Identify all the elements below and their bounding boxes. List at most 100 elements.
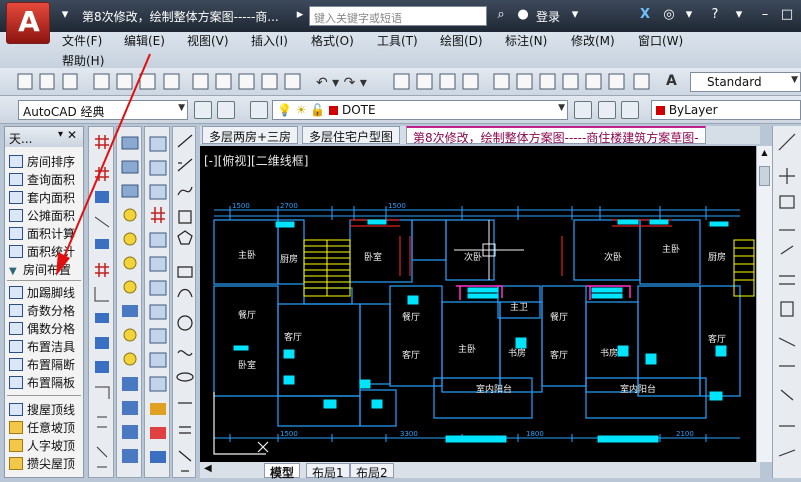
- menu-draw[interactable]: 绘图(D): [440, 32, 483, 49]
- tool-strip-1[interactable]: [88, 126, 114, 478]
- layer-properties-icon[interactable]: [217, 101, 235, 119]
- room-label: 室内阳台: [620, 383, 656, 395]
- room-label: 客厅: [550, 349, 568, 361]
- palette-item[interactable]: 布置隔断: [9, 356, 75, 374]
- tool-strip-3[interactable]: [144, 126, 170, 478]
- chevron-down-icon: ▼: [791, 75, 798, 85]
- palette-item[interactable]: 奇数分格: [9, 302, 75, 320]
- color-select[interactable]: ByLayer: [651, 100, 801, 120]
- document-tabs: 多层两房+三房 多层住宅户型图 第8次修改，绘制整体方案图-----商住楼建筑方…: [200, 126, 760, 145]
- text-style-select[interactable]: Standard ▼: [690, 72, 801, 92]
- modify-toolbar[interactable]: [772, 126, 801, 478]
- palette-item-label: 任意坡顶: [27, 421, 76, 435]
- area-calc-icon: [9, 227, 23, 240]
- chevron-down-icon[interactable]: ▾: [58, 129, 63, 140]
- palette-item[interactable]: 房间排序: [9, 153, 75, 171]
- room-label: 厨房: [280, 253, 298, 265]
- menu-view[interactable]: 视图(V): [187, 32, 229, 49]
- window-title: 第8次修改，绘制整体方案图-----商...: [82, 10, 279, 24]
- palette-item[interactable]: 面积统计: [9, 243, 75, 261]
- scroll-thumb[interactable]: [759, 166, 770, 186]
- color-swatch: [656, 106, 665, 115]
- palette-section-room-layout[interactable]: ▼ 房间布置: [9, 261, 71, 279]
- user-icon[interactable]: ●: [514, 6, 532, 24]
- menu-tools[interactable]: 工具(T): [377, 32, 418, 49]
- menu-edit[interactable]: 编辑(E): [124, 32, 165, 49]
- workspace-settings-icon[interactable]: [194, 101, 212, 119]
- login-link[interactable]: 登录: [536, 8, 560, 25]
- palette-item[interactable]: 面积计算: [9, 225, 75, 243]
- palette-item-label: 布置隔板: [27, 376, 76, 390]
- tool-strip-2[interactable]: [116, 126, 142, 478]
- close-icon[interactable]: ✕: [67, 128, 77, 142]
- quick-access-dropdown-icon[interactable]: ▾: [56, 6, 74, 24]
- text-style-value: Standard: [707, 75, 762, 89]
- palette-item[interactable]: 偶数分格: [9, 320, 75, 338]
- collapse-triangle-icon: ▼: [9, 266, 17, 277]
- overflow-icon[interactable]: ▸: [291, 6, 309, 24]
- first-tab-icon[interactable]: ◀: [204, 463, 212, 474]
- workspace-select[interactable]: AutoCAD 经典 ▼: [18, 100, 188, 120]
- login-dropdown-icon[interactable]: ▾: [566, 6, 584, 24]
- menu-dimension[interactable]: 标注(N): [505, 32, 547, 49]
- tab-doc-2[interactable]: 多层住宅户型图: [302, 126, 401, 144]
- make-current-icon[interactable]: [574, 101, 592, 119]
- layer-previous-icon[interactable]: [598, 101, 616, 119]
- layer-manager-icon[interactable]: [250, 101, 268, 119]
- search-input[interactable]: 键入关键字或短语: [309, 6, 487, 26]
- menu-format[interactable]: 格式(O): [311, 32, 354, 49]
- menu-bar: 文件(F) 编辑(E) 视图(V) 插入(I) 格式(O) 工具(T) 绘图(D…: [0, 32, 801, 68]
- palette-item[interactable]: 攒尖屋顶: [9, 455, 75, 473]
- dimension-label: 2100: [676, 430, 694, 438]
- vertical-scrollbar[interactable]: ▲: [756, 146, 772, 462]
- menu-insert[interactable]: 插入(I): [251, 32, 288, 49]
- exchange-icon[interactable]: X: [636, 6, 654, 24]
- palette-item[interactable]: 人字坡顶: [9, 437, 75, 455]
- palette-item[interactable]: 加踢脚线: [9, 284, 75, 302]
- minimize-icon[interactable]: –: [756, 6, 774, 24]
- menu-modify[interactable]: 修改(M): [571, 32, 615, 49]
- restore-icon[interactable]: □: [778, 6, 796, 24]
- scroll-up-icon[interactable]: ▲: [759, 148, 770, 158]
- palette-item[interactable]: 布置隔板: [9, 374, 75, 392]
- application-menu-button[interactable]: A: [6, 2, 50, 44]
- slope-roof-icon: [9, 421, 23, 434]
- tab-doc-active[interactable]: 第8次修改，绘制整体方案图-----商住楼建筑方案草图-: [406, 126, 706, 145]
- panel-icon: [9, 376, 23, 389]
- palette-item[interactable]: 搜屋顶线: [9, 401, 75, 419]
- help-dropdown-icon[interactable]: ▾: [730, 6, 748, 24]
- help-button[interactable]: [638, 73, 656, 91]
- palette-title: 天...: [9, 132, 33, 146]
- room-label: 次卧: [604, 251, 622, 263]
- help-icon[interactable]: ?: [706, 6, 724, 24]
- search-icon[interactable]: ⌕: [492, 6, 510, 24]
- dropdown-icon[interactable]: ▾: [680, 6, 698, 24]
- a360-icon[interactable]: ◎: [660, 6, 678, 24]
- tab-layout1[interactable]: 布局1: [306, 463, 350, 480]
- palette-item[interactable]: 查询面积: [9, 171, 75, 189]
- room-label: 书房: [600, 347, 618, 359]
- skirting-icon: [9, 286, 23, 299]
- menu-file[interactable]: 文件(F): [62, 32, 102, 49]
- palette-item-label: 面积统计: [27, 245, 76, 259]
- layer-state-icon[interactable]: [621, 101, 639, 119]
- drawing-canvas[interactable]: [-][俯视][二维线框] 主卧 厨房 卧室 客厅 餐厅 卧室 次卧 主卫 餐厅…: [200, 146, 756, 462]
- draw-toolbar[interactable]: [172, 126, 196, 478]
- palette-item[interactable]: 任意坡顶: [9, 419, 75, 437]
- layer-select[interactable]: 💡 ☀ 🔓 DOTE ▼: [272, 100, 568, 120]
- chevron-down-icon: ▼: [178, 103, 185, 113]
- room-label: 主卧: [662, 243, 680, 255]
- menu-help[interactable]: 帮助(H): [62, 52, 104, 69]
- palette-item[interactable]: 布置洁具: [9, 338, 75, 356]
- standard-toolbar: ↶ ▾ ↷ ▾ A Standard ▼: [0, 68, 801, 96]
- menu-window[interactable]: 窗口(W): [638, 32, 683, 49]
- palette-item[interactable]: 套内面积: [9, 189, 75, 207]
- palette-item[interactable]: 公摊面积: [9, 207, 75, 225]
- tab-doc-1[interactable]: 多层两房+三房: [202, 126, 299, 144]
- room-label: 书房: [508, 347, 526, 359]
- divider: [7, 280, 81, 281]
- tab-model[interactable]: 模型: [264, 463, 301, 480]
- palette-item-label: 搜屋顶线: [27, 403, 76, 417]
- tab-layout2[interactable]: 布局2: [350, 463, 394, 480]
- app-logo: A: [18, 5, 40, 38]
